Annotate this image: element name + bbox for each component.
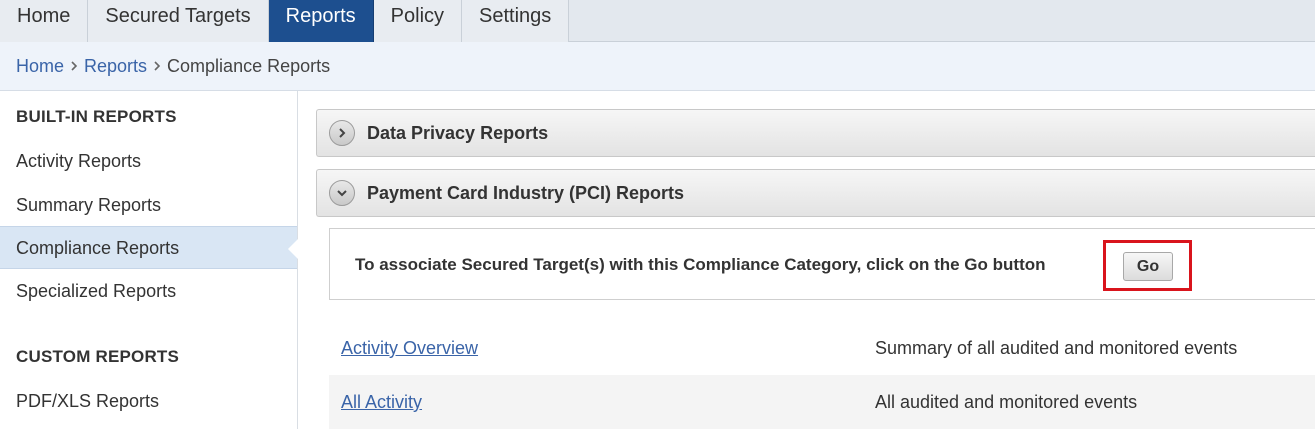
tab-home[interactable]: Home [0,0,89,42]
breadcrumb-home[interactable]: Home [16,56,64,77]
sidebar: BUILT-IN REPORTS Activity Reports Summar… [0,91,298,429]
breadcrumb: Home Reports Compliance Reports [0,42,1315,91]
sidebar-item-label: Compliance Reports [16,238,180,258]
report-link-all-activity[interactable]: All Activity [341,392,422,413]
panel-pci-reports[interactable]: Payment Card Industry (PCI) Reports [316,169,1315,217]
chevron-right-icon[interactable] [329,120,355,146]
top-nav: Home Secured Targets Reports Policy Sett… [0,0,1315,42]
builtin-reports-heading: BUILT-IN REPORTS [16,107,177,126]
sidebar-item-specialized-reports[interactable]: Specialized Reports [0,270,297,313]
sidebar-item-summary-reports[interactable]: Summary Reports [0,184,297,227]
breadcrumb-current: Compliance Reports [167,55,331,76]
go-button[interactable]: Go [1123,252,1173,281]
table-row: Activity Overview Summary of all audited… [329,321,1315,375]
panel-title: Payment Card Industry (PCI) Reports [367,182,685,203]
panel-data-privacy-reports[interactable]: Data Privacy Reports [316,109,1315,157]
report-link-activity-overview[interactable]: Activity Overview [341,338,478,359]
tab-reports[interactable]: Reports [268,0,374,42]
sidebar-item-pdf-xls-reports[interactable]: PDF/XLS Reports [0,380,297,423]
chevron-right-icon [147,61,167,71]
table-row: All Activity All audited and monitored e… [329,375,1315,429]
tab-policy[interactable]: Policy [373,0,463,42]
active-indicator [288,239,298,259]
custom-reports-heading: CUSTOM REPORTS [16,347,180,366]
chevron-right-icon [64,61,84,71]
associate-targets-box: To associate Secured Target(s) with this… [329,228,1315,300]
panel-title: Data Privacy Reports [367,122,549,143]
chevron-down-icon[interactable] [329,180,355,206]
associate-message: To associate Secured Target(s) with this… [355,255,1046,274]
tab-settings[interactable]: Settings [462,0,570,42]
sidebar-item-activity-reports[interactable]: Activity Reports [0,140,297,183]
report-description: All audited and monitored events [875,392,1138,412]
sidebar-item-compliance-reports[interactable]: Compliance Reports [0,226,298,269]
breadcrumb-reports[interactable]: Reports [84,56,147,77]
highlight-box: Go [1103,240,1192,291]
tab-secured-targets[interactable]: Secured Targets [88,0,269,42]
report-description: Summary of all audited and monitored eve… [875,338,1238,358]
